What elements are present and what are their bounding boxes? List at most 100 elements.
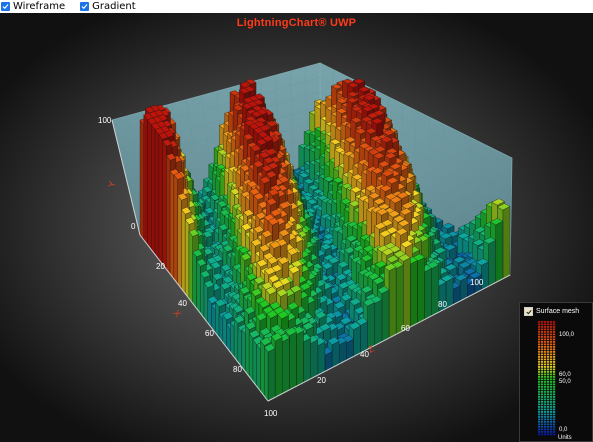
mesh-cell-side (502, 206, 511, 279)
legend-swatch (553, 321, 556, 323)
legend-swatch (538, 328, 541, 331)
gradient-check-icon (80, 2, 90, 11)
wireframe-checkbox[interactable]: Wireframe (1, 0, 65, 13)
gradient-checkbox[interactable]: Gradient (80, 0, 136, 13)
mesh-cell-front (166, 155, 171, 275)
legend-swatch (544, 328, 547, 331)
legend-swatch (541, 428, 544, 431)
legend-swatch (553, 331, 556, 333)
legend-swatch (544, 411, 547, 413)
legend-swatch (538, 331, 541, 333)
legend-swatch (538, 333, 541, 336)
legend-swatch (547, 403, 550, 406)
legend-swatch (547, 408, 550, 411)
legend-swatch (553, 418, 556, 421)
mesh-cell-side (388, 266, 397, 339)
mesh-cell-front (169, 170, 175, 280)
legend-swatch (553, 368, 556, 371)
chart-view[interactable]: 100 0 Y 20 40 60 80 100 X 20 40 60 80 10… (0, 13, 593, 442)
mesh-cell-front (181, 208, 186, 295)
y-axis-title: Y (106, 180, 117, 188)
legend-swatch (547, 346, 550, 348)
legend-swatch (553, 366, 556, 368)
legend-swatch (550, 413, 553, 416)
legend-swatch (550, 373, 553, 376)
legend-swatch (553, 356, 556, 358)
legend-swatch (553, 351, 556, 353)
legend-swatch (541, 406, 544, 408)
legend-swatch (541, 393, 544, 396)
y-tick-top: 100 (98, 116, 112, 125)
legend-swatch (538, 426, 541, 428)
legend-swatch (544, 373, 547, 376)
legend-swatch (538, 341, 541, 343)
mesh-cell-front (256, 344, 261, 392)
legend-swatch (541, 376, 544, 378)
legend-swatch (547, 398, 550, 401)
legend-swatch (544, 323, 547, 326)
mesh-cell-front (200, 272, 205, 319)
legend-swatch (544, 351, 547, 353)
legend-swatch (553, 423, 556, 426)
3d-surface-chart[interactable]: 100 0 Y 20 40 60 80 100 X 20 40 60 80 10… (0, 13, 593, 442)
legend-swatch (538, 351, 541, 353)
legend-swatch (553, 358, 556, 361)
legend-swatch (547, 396, 550, 398)
legend-swatch (553, 376, 556, 378)
legend-swatch (547, 326, 550, 328)
legend-swatch (547, 358, 550, 361)
legend-swatch (538, 431, 541, 433)
legend-swatch (550, 416, 553, 418)
legend-swatch (541, 328, 544, 331)
legend-swatch (550, 376, 553, 378)
legend-swatch (550, 326, 553, 328)
legend-swatch (553, 413, 556, 416)
mesh-cell-front (188, 231, 193, 304)
legend-swatch (547, 321, 550, 323)
legend-checkbox[interactable] (524, 307, 533, 316)
legend-swatch (544, 348, 547, 351)
legend-swatch (538, 418, 541, 421)
x-tick-3: 60 (205, 329, 214, 338)
gradient-label: Gradient (92, 1, 136, 12)
mesh-cell-front (173, 174, 178, 285)
mesh-cell-side (282, 337, 290, 394)
legend-swatch (541, 421, 544, 423)
legend-swatch (544, 401, 547, 403)
legend-swatch (547, 383, 550, 386)
legend-swatch (538, 391, 541, 393)
legend-swatch (553, 348, 556, 351)
legend-swatch (544, 368, 547, 371)
legend-swatch (550, 378, 553, 381)
legend-swatch (544, 426, 547, 428)
legend-swatch (547, 413, 550, 416)
legend-swatch (538, 386, 541, 388)
legend-swatch (553, 428, 556, 431)
legend-swatch (550, 381, 553, 383)
legend-swatch (541, 341, 544, 343)
legend-swatch (541, 333, 544, 336)
mesh-cell-side (303, 337, 311, 383)
legend-swatch (538, 326, 541, 328)
legend-check-icon (525, 309, 532, 314)
legend-swatch (544, 346, 547, 348)
z-tick-5: 100 (470, 278, 484, 287)
legend-header[interactable]: Surface mesh (524, 307, 579, 316)
legend-swatch (541, 338, 544, 341)
chart-title: LightningChart® UWP (236, 17, 357, 29)
legend-swatch (544, 398, 547, 401)
legend-swatch (547, 401, 550, 403)
legend-swatch (538, 373, 541, 376)
mesh-cell-front (147, 119, 152, 251)
legend-swatch (541, 323, 544, 326)
legend-swatch (541, 346, 544, 348)
mesh-cell-front (185, 219, 190, 299)
legend-swatch (547, 428, 550, 431)
legend-swatch (547, 356, 550, 358)
legend-swatch (547, 353, 550, 356)
mesh-cell-side (296, 330, 304, 387)
legend-swatch (538, 346, 541, 348)
legend-swatch (541, 413, 544, 416)
legend-swatch (544, 378, 547, 381)
legend-swatch (538, 358, 541, 361)
